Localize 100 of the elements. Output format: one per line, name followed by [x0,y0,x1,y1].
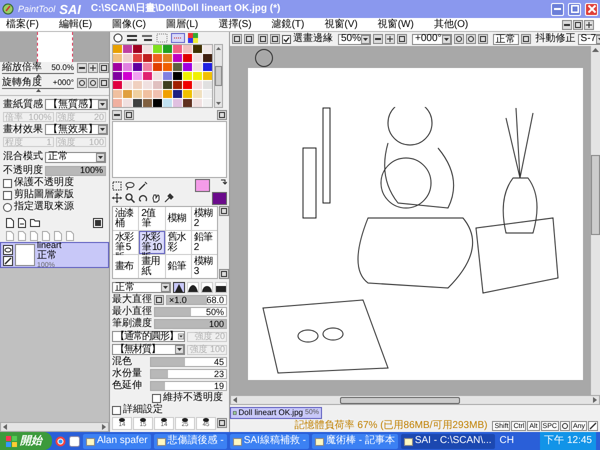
new-layer-icon[interactable] [6,218,14,228]
slider-track[interactable]: 100% [45,166,106,176]
scrollbar[interactable] [0,422,109,432]
shape-dropdown[interactable]: 【通常的圓形】 [112,331,185,342]
taskbar-button[interactable]: SAI - C:\SCAN\... [400,434,495,448]
color-swatch[interactable] [153,45,162,53]
brush-tool[interactable]: 鉛筆 [166,255,191,278]
color-wheel-icon[interactable] [113,33,123,43]
color-swatch[interactable] [123,81,132,89]
eye-icon[interactable] [3,244,13,254]
color-swatch[interactable] [163,63,172,71]
brush-tool[interactable]: 鉛筆 2 [192,231,217,254]
slider-thumb[interactable] [36,74,41,77]
color-swatch[interactable] [183,72,192,80]
color-swatch[interactable] [203,90,212,98]
taskbar-button[interactable]: 悲傷讀後感 - [154,434,227,448]
brush-tool[interactable]: 模糊2 [192,207,217,230]
zoom-icon[interactable] [125,193,135,203]
color-swatch[interactable] [133,63,142,71]
marquee-icon[interactable] [112,181,122,191]
color-swatch[interactable] [193,45,202,53]
menu-item[interactable]: 圖像(C) [112,20,146,30]
color-swatch[interactable] [193,72,202,80]
slider-track[interactable]: 旋轉角度 +000° [2,78,74,89]
slider-track[interactable]: 100 [154,319,227,329]
color-swatch[interactable] [173,72,182,80]
color-swatch[interactable] [143,90,152,98]
brush-tool[interactable]: 畫用紙 [139,255,164,278]
brush-tool[interactable]: 畫布 [113,255,138,278]
color-swatch[interactable] [183,45,192,53]
color-swatch[interactable] [113,81,122,89]
color-swatch[interactable] [183,90,192,98]
menu-item[interactable]: 視窗(V) [324,20,358,30]
color-swatch[interactable] [183,63,192,71]
color-swatch[interactable] [173,54,182,62]
color-swatch[interactable] [143,63,152,71]
scroll-down-icon[interactable] [215,100,222,107]
color-swatch[interactable] [133,81,142,89]
radio-button[interactable] [3,202,12,212]
color-swatch[interactable] [193,99,202,107]
scroll-button[interactable] [219,269,229,279]
menu-item[interactable]: 濾鏡(T) [272,20,304,30]
minimize-button[interactable] [562,20,572,30]
slider-thumb[interactable] [36,89,41,92]
blend-mode-dropdown[interactable]: 正常 [45,152,106,162]
shape-dropdown[interactable]: 【無材質】 [112,344,185,355]
color-swatch[interactable] [153,54,162,62]
scrollbar[interactable] [590,46,600,395]
color-swatch[interactable] [113,63,122,71]
rotate-left-button[interactable] [77,78,87,88]
slider-track[interactable]: 19 [150,381,227,391]
slider-track[interactable]: 45 [150,357,227,367]
scrollbar-thumb[interactable] [215,66,222,86]
menu-item[interactable]: 圖層(L) [166,20,198,30]
menu-item[interactable]: 選擇(S) [218,20,252,30]
zoom-out-button[interactable] [373,34,384,44]
color-swatch[interactable] [143,45,152,53]
color-swatch[interactable] [123,90,132,98]
restore-button[interactable] [573,20,583,30]
color-swatch[interactable] [193,54,202,62]
color-swatch[interactable] [163,81,172,89]
color-swatch[interactable] [173,45,182,53]
color-swatch[interactable] [123,54,132,62]
color-swatch[interactable] [183,81,192,89]
color-swatch[interactable] [143,54,152,62]
brush-tool[interactable]: 模糊3 [192,255,217,278]
color-swatch[interactable] [163,72,172,80]
color-swatch[interactable] [153,63,162,71]
checkbox[interactable] [282,34,291,44]
color-swatch[interactable] [153,81,162,89]
scratchpad-button[interactable] [112,110,122,120]
scroll-button[interactable] [219,206,229,216]
color-swatch[interactable] [173,99,182,107]
brush-tool[interactable]: 舊水彩 [166,231,191,254]
brush-mode-dropdown[interactable]: 正常 [112,282,171,293]
menu-item[interactable]: 檔案(F) [6,20,39,30]
color-swatch[interactable] [163,54,172,62]
menu-item[interactable]: 編輯(E) [58,20,92,30]
rotate-right-button[interactable] [88,78,98,88]
scrollbar[interactable] [230,395,600,405]
color-swatch[interactable] [113,99,122,107]
browser-icon[interactable] [55,436,66,446]
color-swatch[interactable] [143,72,152,80]
color-swatch[interactable] [113,45,122,53]
checkbox[interactable] [112,406,121,414]
magic-wand-icon[interactable] [138,181,148,191]
color-swatch[interactable] [203,99,212,107]
color-swatch[interactable] [193,63,202,71]
color-swatch[interactable] [203,45,212,53]
color-swatch[interactable] [193,81,202,89]
primary-color-swatch[interactable] [195,179,210,192]
slider-track[interactable]: 縮放倍率 50.0% [2,63,74,74]
color-swatch[interactable] [203,54,212,62]
taskbar-button[interactable]: Alan spafer [83,434,151,448]
rotate-icon[interactable] [138,193,148,203]
palette-icon[interactable] [188,33,198,43]
color-swatch[interactable] [123,45,132,53]
menu-item[interactable]: 視窗(W) [378,20,414,30]
start-button[interactable]: 開始 [0,432,52,450]
slider-track[interactable]: ×1.0 68.0 [166,295,227,305]
